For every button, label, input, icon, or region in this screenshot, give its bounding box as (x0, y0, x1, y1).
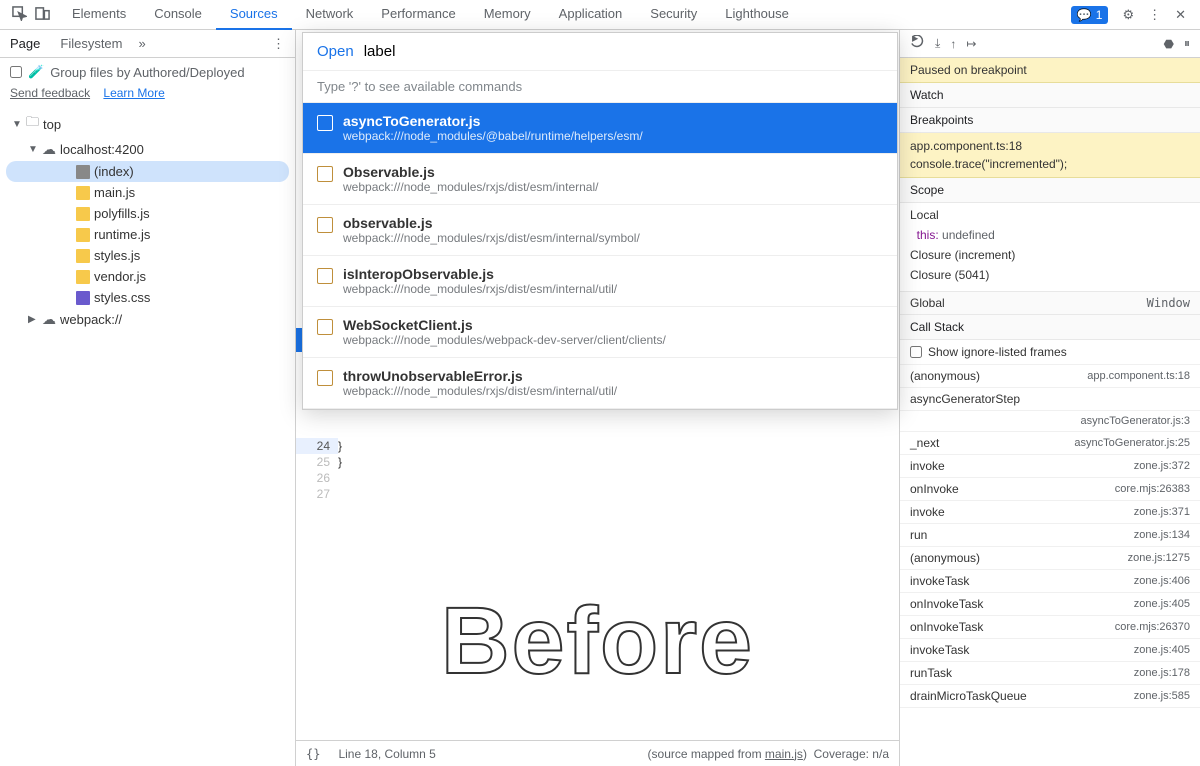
tab-console[interactable]: Console (140, 0, 216, 30)
tree-item[interactable]: vendor.js (6, 266, 289, 287)
stack-frame[interactable]: drainMicroTaskQueuezone.js:585 (900, 685, 1200, 708)
file-icon (317, 217, 333, 233)
tree-item[interactable]: polyfills.js (6, 203, 289, 224)
command-palette: Open Type '?' to see available commands … (302, 32, 898, 410)
mapped-file-link[interactable]: main.js (765, 747, 803, 761)
palette-hint: Type '?' to see available commands (303, 71, 897, 103)
tree-item[interactable]: ▼☁localhost:4200 (6, 138, 289, 161)
stack-frame[interactable]: invokeTaskzone.js:406 (900, 570, 1200, 593)
resume-icon[interactable] (910, 35, 925, 53)
file-icon (317, 115, 333, 131)
tree-item[interactable]: (index) (6, 161, 289, 182)
breakpoints-section[interactable]: Breakpoints (900, 108, 1200, 133)
tab-lighthouse[interactable]: Lighthouse (711, 0, 803, 30)
stack-frame[interactable]: asyncToGenerator.js:3 (900, 411, 1200, 432)
tree-item[interactable]: ▶☁webpack:// (6, 308, 289, 331)
tab-elements[interactable]: Elements (58, 0, 140, 30)
learn-more-link[interactable]: Learn More (103, 86, 164, 100)
editor-footer: {} Line 18, Column 5 (source mapped from… (296, 740, 899, 766)
tab-network[interactable]: Network (292, 0, 368, 30)
scope-closure-2[interactable]: Closure (5041) (910, 265, 1190, 285)
show-ignored-frames[interactable]: Show ignore-listed frames (900, 340, 1200, 365)
scope-closure-1[interactable]: Closure (increment) (910, 245, 1190, 265)
group-files-checkbox[interactable] (10, 66, 22, 78)
palette-input[interactable] (364, 43, 883, 60)
experiment-icon: 🧪 (28, 64, 44, 80)
file-icon (317, 268, 333, 284)
kebab-menu-icon[interactable]: ⋮ (1148, 7, 1161, 23)
inspect-element-icon[interactable] (12, 6, 27, 24)
step-out-icon[interactable]: ↦ (966, 37, 976, 51)
palette-result[interactable]: asyncToGenerator.jswebpack:///node_modul… (303, 103, 897, 154)
tree-item[interactable]: main.js (6, 182, 289, 203)
debugger-toolbar: ⤓ ↑ ↦ ⬣ ⏸ (900, 30, 1200, 58)
open-prefix: Open (317, 43, 354, 60)
show-ignored-checkbox[interactable] (910, 346, 922, 358)
palette-result[interactable]: throwUnobservableError.jswebpack:///node… (303, 358, 897, 409)
step-into-icon[interactable]: ↑ (950, 37, 956, 51)
stack-frame[interactable]: onInvokeTaskcore.mjs:26370 (900, 616, 1200, 639)
stack-frame[interactable]: onInvokeTaskzone.js:405 (900, 593, 1200, 616)
tab-sources[interactable]: Sources (216, 0, 292, 30)
tab-performance[interactable]: Performance (367, 0, 469, 30)
palette-result[interactable]: WebSocketClient.jswebpack:///node_module… (303, 307, 897, 358)
stack-frame[interactable]: _nextasyncToGenerator.js:25 (900, 432, 1200, 455)
navigator-menu-icon[interactable]: ⋮ (262, 36, 295, 52)
tab-filesystem[interactable]: Filesystem (50, 30, 132, 57)
tree-item[interactable]: styles.css (6, 287, 289, 308)
more-tabs-icon[interactable]: » (133, 36, 152, 51)
stack-frame[interactable]: invokezone.js:372 (900, 455, 1200, 478)
debugger-panel: ⤓ ↑ ↦ ⬣ ⏸ Paused on breakpoint Watch Bre… (900, 30, 1200, 766)
palette-result[interactable]: observable.jswebpack:///node_modules/rxj… (303, 205, 897, 256)
palette-result[interactable]: Observable.jswebpack:///node_modules/rxj… (303, 154, 897, 205)
scope-body: Local this: undefined Closure (increment… (900, 203, 1200, 291)
pretty-print-icon[interactable]: {} (306, 747, 320, 761)
scope-global[interactable]: GlobalWindow (900, 291, 1200, 315)
file-icon (317, 319, 333, 335)
tab-application[interactable]: Application (545, 0, 637, 30)
paused-banner: Paused on breakpoint (900, 58, 1200, 83)
before-overlay: Before (441, 587, 754, 696)
deactivate-breakpoints-icon[interactable]: ⬣ (1164, 37, 1174, 51)
file-tree: ▼🗀top▼☁localhost:4200(index)main.jspolyf… (0, 106, 295, 335)
devtools-tab-strip: ElementsConsoleSourcesNetworkPerformance… (0, 0, 1200, 30)
device-toolbar-icon[interactable] (35, 6, 50, 24)
callstack-section[interactable]: Call Stack (900, 315, 1200, 340)
palette-results: asyncToGenerator.jswebpack:///node_modul… (303, 103, 897, 409)
watch-section[interactable]: Watch (900, 83, 1200, 108)
stack-frame[interactable]: onInvokecore.mjs:26383 (900, 478, 1200, 501)
tab-security[interactable]: Security (636, 0, 711, 30)
group-files-toggle[interactable]: 🧪 Group files by Authored/Deployed (0, 58, 295, 86)
pause-icon[interactable]: ⏸ (1184, 36, 1190, 51)
stack-frame[interactable]: invokezone.js:371 (900, 501, 1200, 524)
file-icon (317, 166, 333, 182)
palette-result[interactable]: isInteropObservable.jswebpack:///node_mo… (303, 256, 897, 307)
issues-badge[interactable]: 💬 1 (1071, 6, 1109, 24)
source-map-info: (source mapped from main.js) Coverage: n… (648, 747, 889, 761)
stack-frame[interactable]: (anonymous)app.component.ts:18 (900, 365, 1200, 388)
breakpoint-detail[interactable]: app.component.ts:18 console.trace("incre… (900, 133, 1200, 178)
send-feedback-link[interactable]: Send feedback (10, 86, 90, 100)
step-over-icon[interactable]: ⤓ (935, 36, 940, 51)
scope-this: this: undefined (910, 225, 1190, 245)
code-area[interactable]: }} (338, 438, 342, 470)
tab-page[interactable]: Page (0, 30, 50, 57)
scope-section[interactable]: Scope (900, 178, 1200, 203)
navigator-tabs: Page Filesystem » ⋮ (0, 30, 295, 58)
close-icon[interactable]: ✕ (1175, 7, 1186, 23)
stack-frame[interactable]: runzone.js:134 (900, 524, 1200, 547)
tree-item[interactable]: runtime.js (6, 224, 289, 245)
stack-frame[interactable]: asyncGeneratorStep (900, 388, 1200, 411)
tree-item[interactable]: ▼🗀top (6, 110, 289, 138)
scope-local[interactable]: Local (910, 205, 1190, 225)
navigator-sidebar: Page Filesystem » ⋮ 🧪 Group files by Aut… (0, 30, 296, 766)
tab-memory[interactable]: Memory (470, 0, 545, 30)
stack-frame[interactable]: (anonymous)zone.js:1275 (900, 547, 1200, 570)
settings-icon[interactable]: ⚙ (1122, 7, 1134, 23)
cursor-position: Line 18, Column 5 (338, 747, 435, 761)
stack-frame[interactable]: runTaskzone.js:178 (900, 662, 1200, 685)
stack-frame[interactable]: invokeTaskzone.js:405 (900, 639, 1200, 662)
file-icon (317, 370, 333, 386)
tree-item[interactable]: styles.js (6, 245, 289, 266)
